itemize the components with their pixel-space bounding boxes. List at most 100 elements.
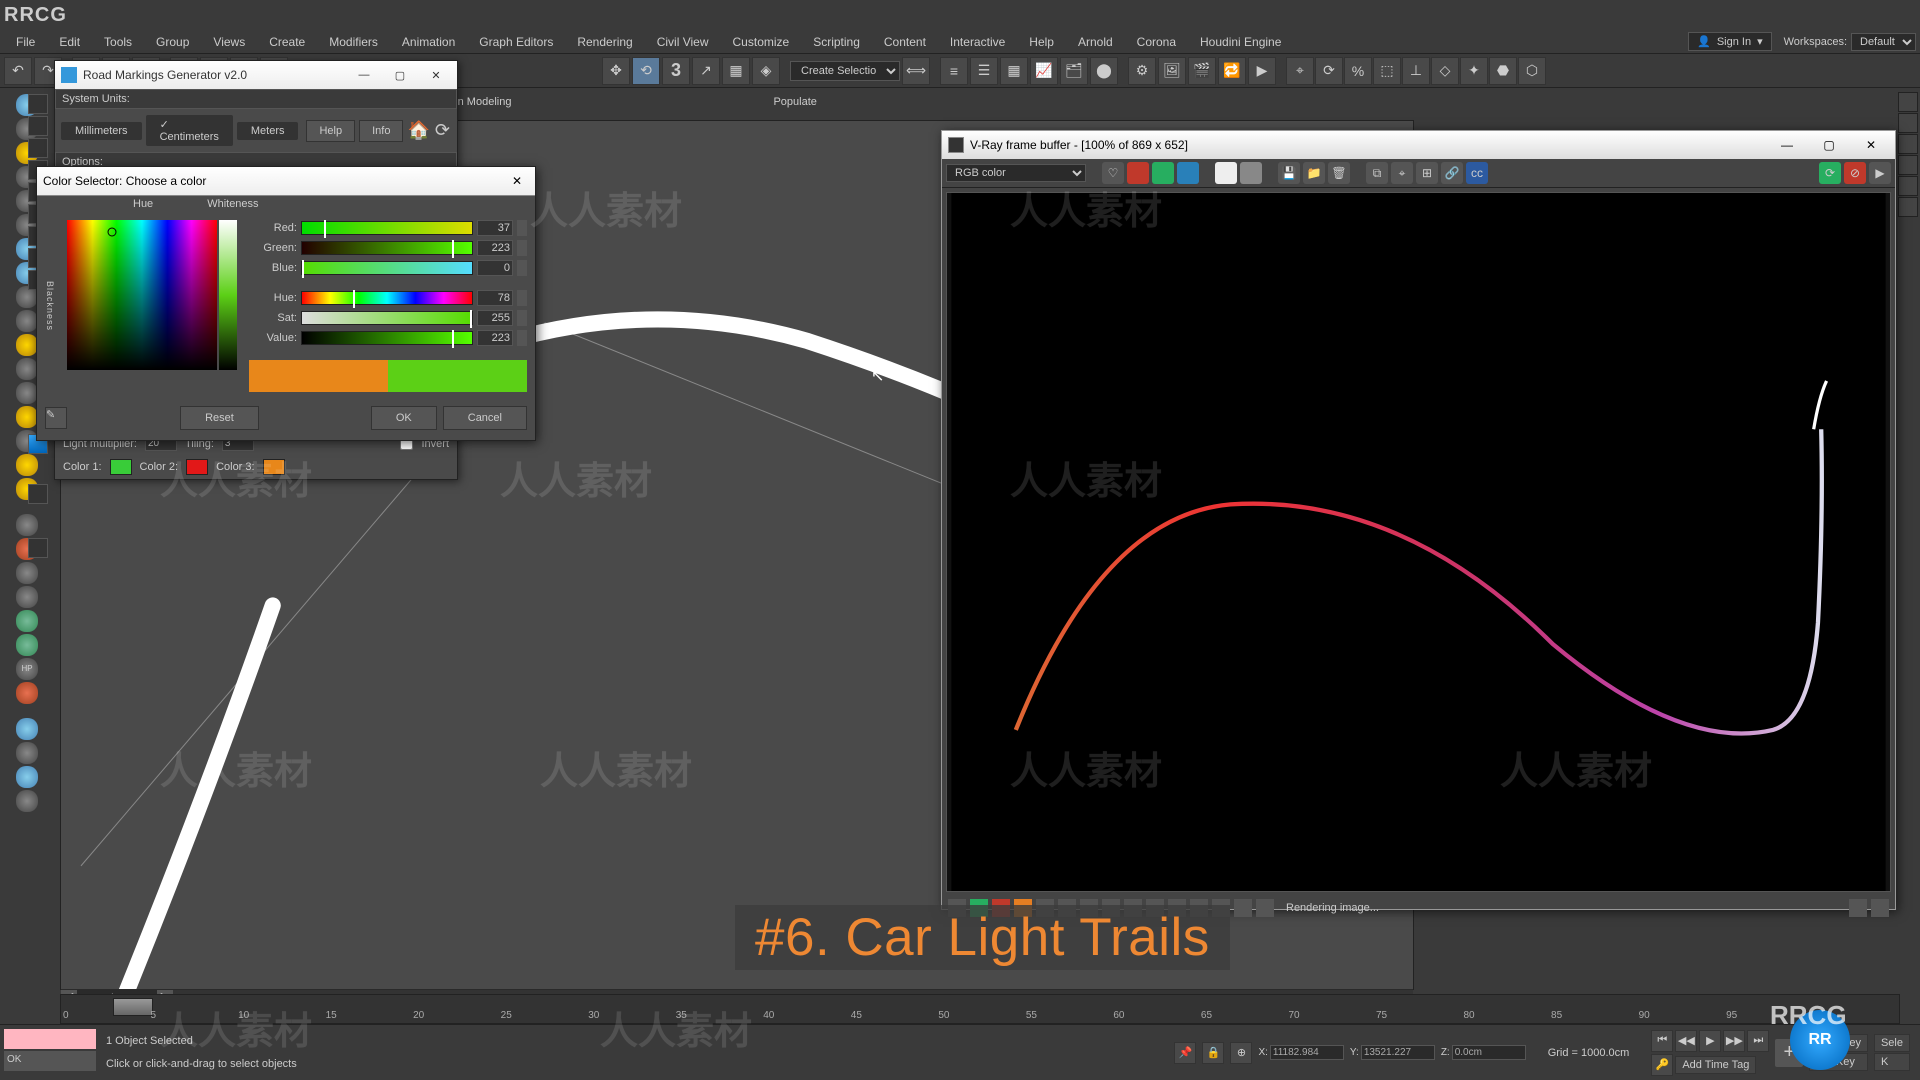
vray-maximize-button[interactable]: ▢ <box>1811 135 1847 155</box>
vray-red-channel-button[interactable] <box>1127 162 1149 184</box>
toggle-ribbon-button[interactable]: ▦ <box>1000 57 1028 85</box>
view-icon-b[interactable] <box>16 742 38 764</box>
refresh-icon[interactable]: ⟳ <box>434 119 451 143</box>
vray-render-last-icon[interactable]: ▶ <box>1869 162 1891 184</box>
vray-cc-icon[interactable]: cc <box>1466 162 1488 184</box>
blue-spinner[interactable] <box>517 260 527 276</box>
maximize-button[interactable]: ▢ <box>385 65 415 85</box>
status-ok-button[interactable]: OK <box>4 1051 96 1071</box>
home-icon[interactable]: 🏠 <box>407 119 429 143</box>
red-slider[interactable] <box>301 221 473 235</box>
red-input[interactable] <box>477 220 513 236</box>
view-icon-a[interactable] <box>16 718 38 740</box>
menu-scripting[interactable]: Scripting <box>801 31 872 53</box>
old-color-swatch[interactable] <box>249 360 388 392</box>
red-spinner[interactable] <box>517 220 527 236</box>
vray-stat-icon-p[interactable] <box>1849 899 1867 917</box>
goto-start-icon[interactable]: ⏮ <box>1651 1030 1673 1052</box>
menu-civilview[interactable]: Civil View <box>645 31 721 53</box>
move-button[interactable]: ✥ <box>602 57 630 85</box>
keyfilters-button[interactable]: K <box>1874 1053 1910 1071</box>
panel-icon-k[interactable] <box>28 484 48 504</box>
vray-render-viewport[interactable] <box>946 192 1891 892</box>
vray-minimize-button[interactable]: — <box>1769 135 1805 155</box>
vray-save-icon[interactable]: 💾 <box>1278 162 1300 184</box>
vray-blue-channel-button[interactable] <box>1177 162 1199 184</box>
add-time-tag-button[interactable]: Add Time Tag <box>1675 1056 1756 1074</box>
menu-corona[interactable]: Corona <box>1125 31 1188 53</box>
modifier-icon-e[interactable] <box>16 610 38 632</box>
spinner-snap-toggle[interactable]: ⬚ <box>1373 57 1401 85</box>
menu-rendering[interactable]: Rendering <box>565 31 644 53</box>
new-color-swatch[interactable] <box>388 360 527 392</box>
sat-input[interactable] <box>477 310 513 326</box>
green-spinner[interactable] <box>517 240 527 256</box>
vray-render-icon[interactable]: ⟳ <box>1819 162 1841 184</box>
vray-close-button[interactable]: ✕ <box>1853 135 1889 155</box>
panel-icon-c[interactable] <box>28 138 48 158</box>
vray-stat-icon-n[interactable] <box>1234 899 1252 917</box>
cmd-modify-icon[interactable] <box>1898 113 1918 133</box>
menu-content[interactable]: Content <box>872 31 938 53</box>
ortho-toggle[interactable]: ⊥ <box>1402 57 1430 85</box>
menu-help[interactable]: Help <box>1017 31 1066 53</box>
coord-z-input[interactable] <box>1452 1045 1526 1060</box>
goto-end-icon[interactable]: ⏭ <box>1747 1030 1769 1052</box>
layer-button[interactable]: ☰ <box>970 57 998 85</box>
color2-swatch[interactable] <box>186 459 208 475</box>
play-icon[interactable]: ▶ <box>1699 1030 1721 1052</box>
vray-stat-icon-o[interactable] <box>1256 899 1274 917</box>
placement-button[interactable]: ↗ <box>692 57 720 85</box>
rendered-frame-button[interactable]: 🖼 <box>1158 57 1186 85</box>
workspaces-dropdown[interactable]: Default <box>1851 33 1916 51</box>
lock2-icon[interactable]: 🔒 <box>1202 1042 1224 1064</box>
vray-green-channel-button[interactable] <box>1152 162 1174 184</box>
vray-load-icon[interactable]: 📁 <box>1303 162 1325 184</box>
vray-stop-icon[interactable]: ⊘ <box>1844 162 1866 184</box>
value-spinner[interactable] <box>517 330 527 346</box>
vray-clear-icon[interactable]: 🗑 <box>1328 162 1350 184</box>
menu-customize[interactable]: Customize <box>721 31 802 53</box>
tool-a[interactable]: ✦ <box>1460 57 1488 85</box>
modifier-icon-d[interactable] <box>16 586 38 608</box>
view-icon-d[interactable] <box>16 790 38 812</box>
sys-units-header[interactable]: System Units: <box>55 89 457 109</box>
tool-b[interactable]: ⬣ <box>1489 57 1517 85</box>
curve-editor-button[interactable]: 📈 <box>1030 57 1058 85</box>
menu-file[interactable]: File <box>4 31 47 53</box>
color-titlebar[interactable]: Color Selector: Choose a color ✕ <box>37 167 535 196</box>
vray-link-icon[interactable]: 🔗 <box>1441 162 1463 184</box>
help-button[interactable]: Help <box>306 120 355 142</box>
use-center-button[interactable]: ◈ <box>752 57 780 85</box>
angle-snap-toggle[interactable]: ⟳ <box>1315 57 1343 85</box>
maxscript-bar[interactable] <box>4 1029 96 1049</box>
sat-slider[interactable] <box>301 311 473 325</box>
info-button[interactable]: Info <box>359 120 403 142</box>
vray-stat-icon-q[interactable] <box>1871 899 1889 917</box>
render-setup-button[interactable]: ⚙ <box>1128 57 1156 85</box>
blue-slider[interactable] <box>301 261 473 275</box>
timeline[interactable]: 0510152025303540455055606570758085909510… <box>60 994 1900 1024</box>
snap-toggle[interactable]: ⌖ <box>1286 57 1314 85</box>
coord-y-input[interactable] <box>1361 1045 1435 1060</box>
panel-icon-a[interactable] <box>28 94 48 114</box>
ribbon-populate-tab[interactable]: Populate <box>763 96 826 108</box>
value-slider[interactable] <box>301 331 473 345</box>
tool-c[interactable]: ⬡ <box>1518 57 1546 85</box>
modifier-icon-g[interactable]: HP <box>16 658 38 680</box>
reset-button[interactable]: Reset <box>180 406 259 430</box>
mirror-button[interactable]: ⟺ <box>902 57 930 85</box>
signin-button[interactable]: 👤 Sign In ▾ <box>1688 32 1771 51</box>
sat-spinner[interactable] <box>517 310 527 326</box>
modifier-icon-f[interactable] <box>16 634 38 656</box>
keymode-icon[interactable]: 🔑 <box>1651 1054 1673 1076</box>
hue-input[interactable] <box>477 290 513 306</box>
vray-region-icon[interactable]: ⊞ <box>1416 162 1438 184</box>
cmd-display-icon[interactable] <box>1898 176 1918 196</box>
panel-icon-b[interactable] <box>28 116 48 136</box>
eyedropper-icon[interactable]: ✎ <box>45 407 67 429</box>
unit-cm-button[interactable]: Centimeters <box>146 115 233 146</box>
minimize-button[interactable]: — <box>349 65 379 85</box>
value-input[interactable] <box>477 330 513 346</box>
lock-icon[interactable]: 📌 <box>1174 1042 1196 1064</box>
